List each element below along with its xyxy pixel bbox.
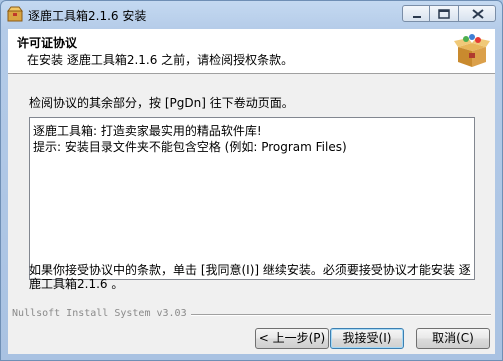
- scroll-instruction: 检阅协议的其余部分，按 [PgDn] 往下卷动页面。: [29, 96, 294, 110]
- license-text-area[interactable]: 逐鹿工具箱: 打造卖家最实用的精品软件库! 提示: 安装目录文件夹不能包含空格 …: [29, 117, 475, 280]
- license-line: 提示: 安装目录文件夹不能包含空格 (例如: Program Files): [33, 140, 347, 154]
- minimize-icon: [413, 16, 421, 18]
- footer-divider: [191, 314, 491, 316]
- installer-box-icon: [7, 6, 23, 22]
- close-icon: [472, 9, 484, 19]
- maximize-button[interactable]: [430, 5, 458, 22]
- title-bar[interactable]: 逐鹿工具箱2.1.6 安装: [1, 1, 502, 27]
- page-header: 许可证协议 在安装 逐鹿工具箱2.1.6 之前，请检阅授权条款。: [8, 29, 495, 74]
- page-title: 许可证协议: [17, 36, 78, 50]
- maximize-icon: [438, 9, 450, 19]
- minimize-button[interactable]: [402, 5, 430, 22]
- accept-button[interactable]: 我接受(I): [330, 328, 404, 349]
- installer-window: 逐鹿工具箱2.1.6 安装 许可证协议 在安装 逐鹿工具箱2.1.6 之前，请检…: [0, 0, 503, 361]
- open-box-icon: [454, 34, 490, 67]
- back-button[interactable]: < 上一步(P): [255, 328, 329, 349]
- cancel-button[interactable]: 取消(C): [416, 328, 490, 349]
- dialog-body: 许可证协议 在安装 逐鹿工具箱2.1.6 之前，请检阅授权条款。 检阅协议的其余…: [8, 29, 495, 354]
- license-line: 逐鹿工具箱: 打造卖家最实用的精品软件库!: [33, 124, 262, 138]
- window-title: 逐鹿工具箱2.1.6 安装: [28, 9, 147, 23]
- nsis-branding: Nullsoft Install System v3.03: [12, 308, 187, 319]
- accept-instruction: 如果你接受协议中的条款，单击 [我同意(I)] 继续安装。必须要接受协议才能安装…: [29, 263, 471, 291]
- close-button[interactable]: [458, 5, 496, 22]
- page-subtitle: 在安装 逐鹿工具箱2.1.6 之前，请检阅授权条款。: [27, 53, 294, 67]
